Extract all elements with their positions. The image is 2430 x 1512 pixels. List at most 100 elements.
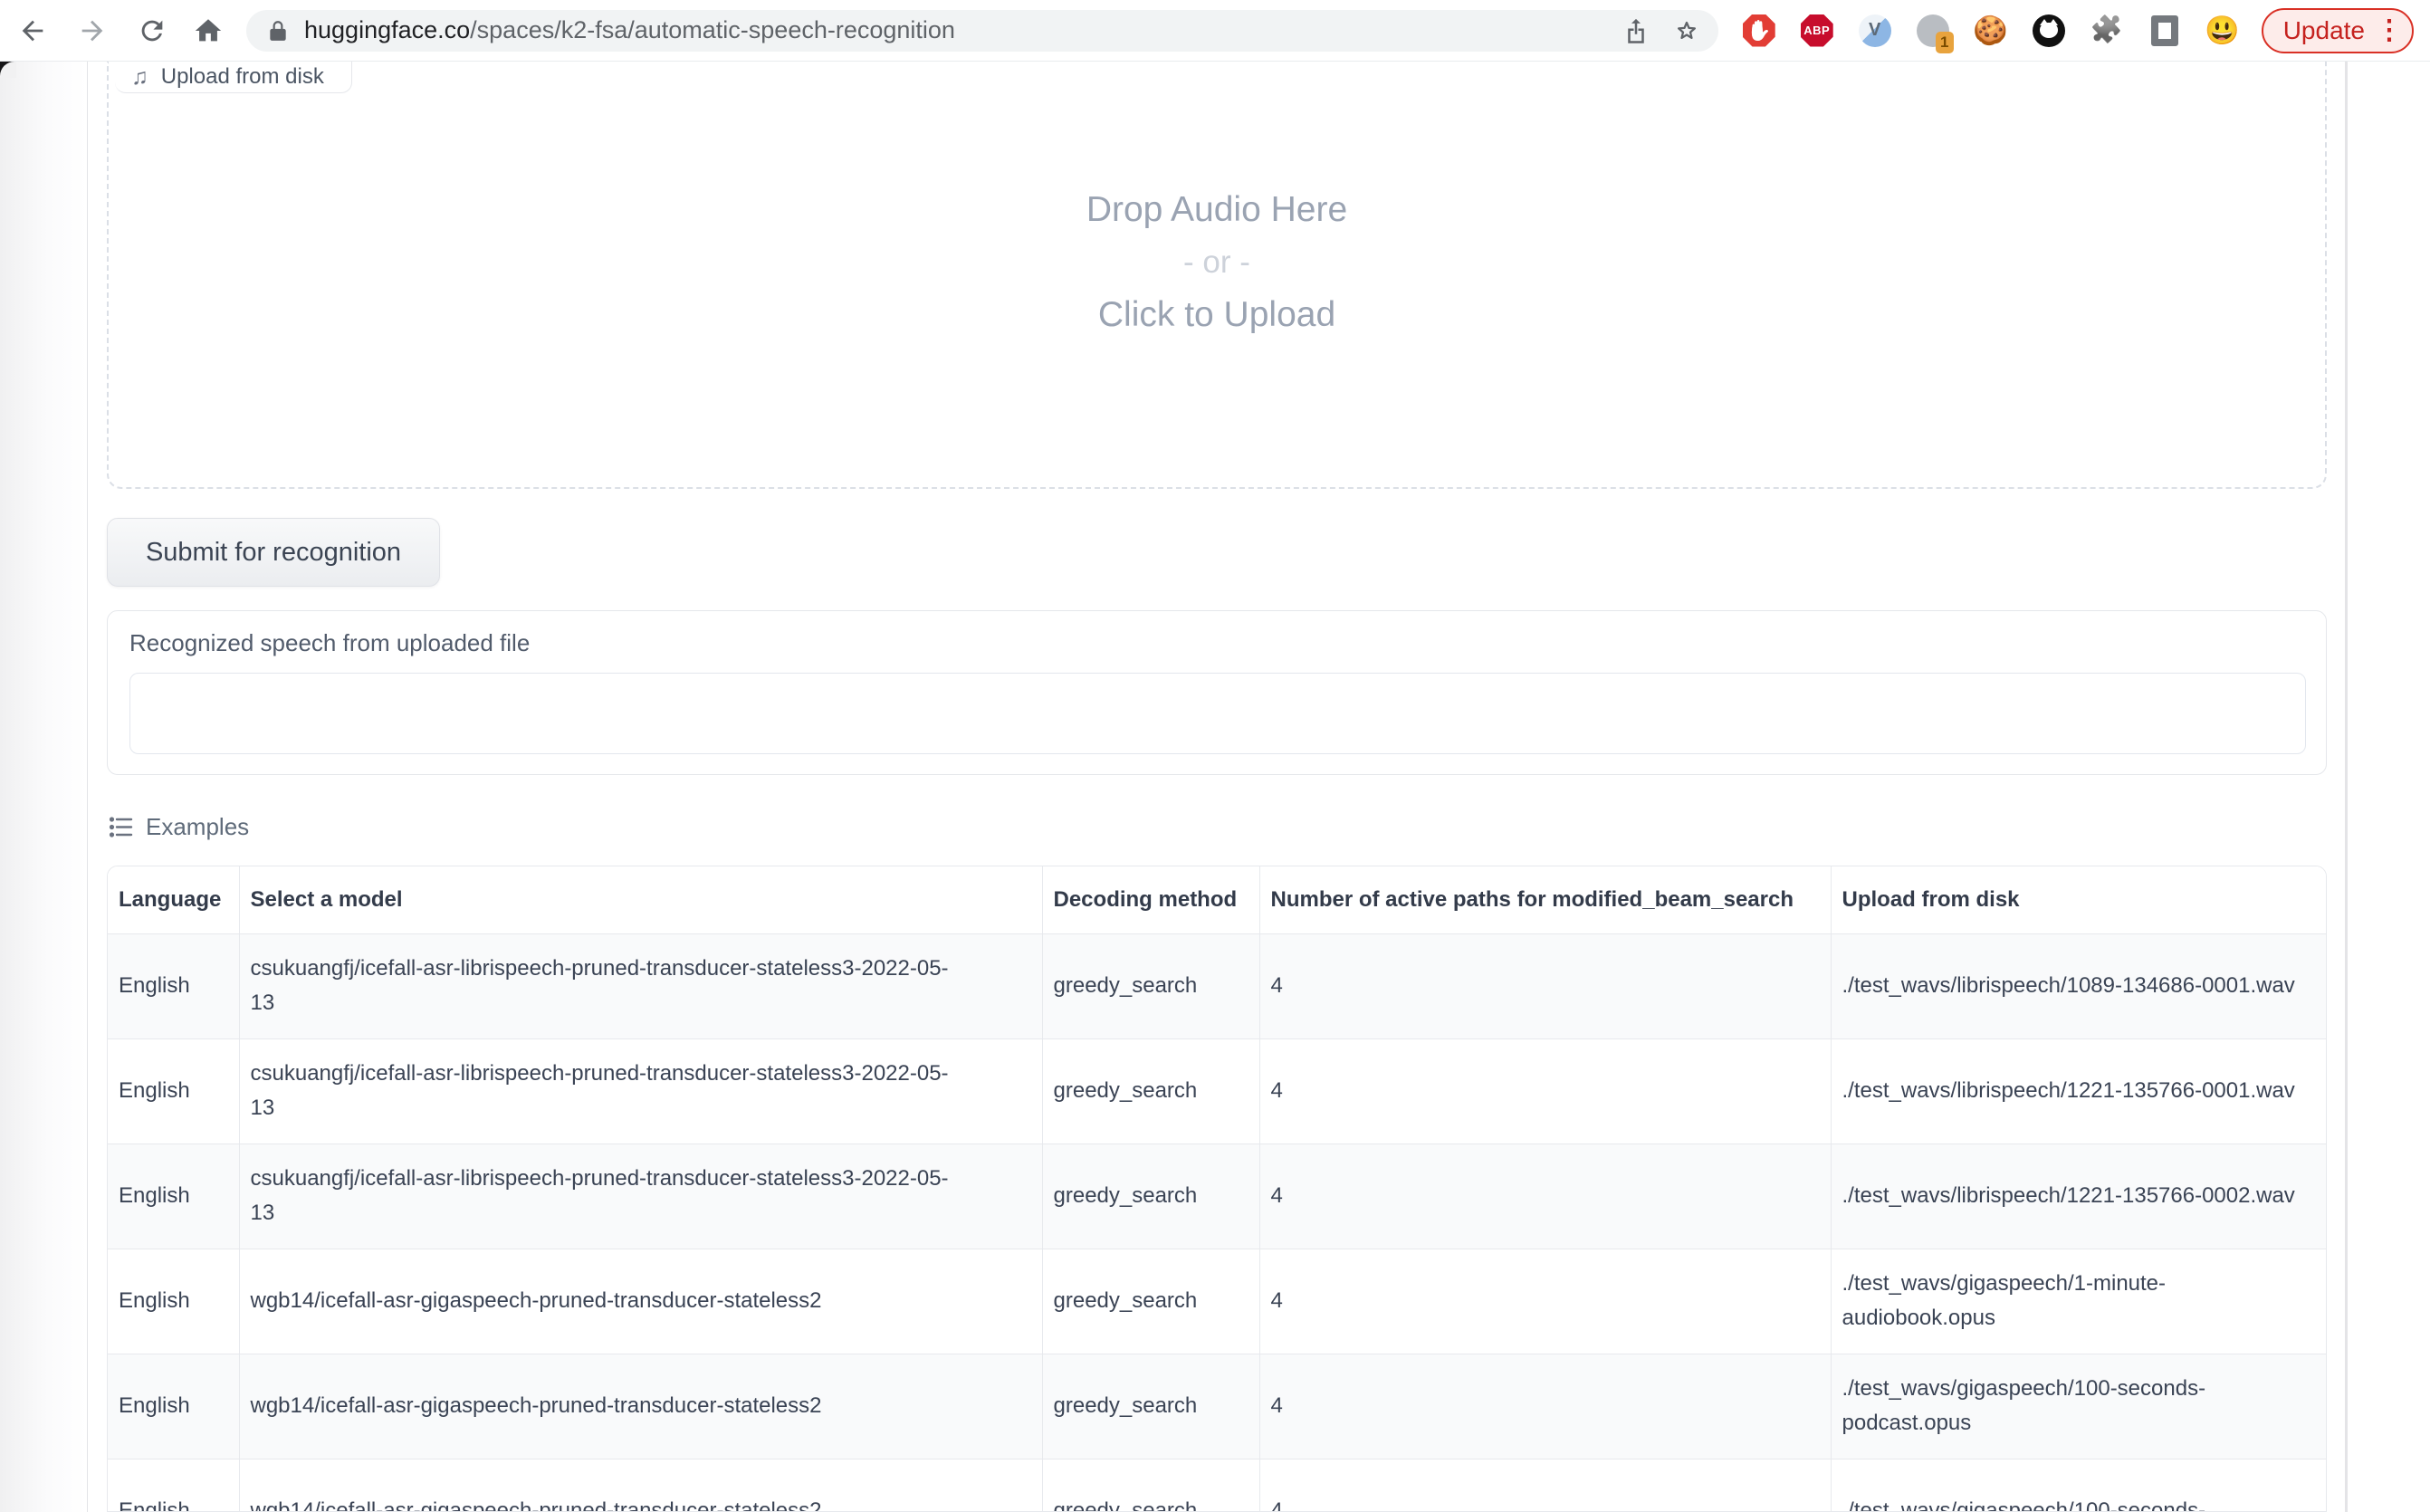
url-path: /spaces/k2-fsa/automatic-speech-recognit… (470, 16, 955, 43)
cell-language: English (108, 1038, 239, 1144)
music-notes-icon: ♫ (131, 66, 148, 89)
cell-decoding: greedy_search (1042, 1249, 1259, 1354)
example-row[interactable]: English wgb14/icefall-asr-gigaspeech-pru… (108, 1354, 2326, 1459)
back-button[interactable] (7, 5, 58, 56)
col-header-language: Language (108, 866, 239, 933)
extension-icons: ✋ ABP V 1 🍪 🧩 (1742, 14, 2240, 48)
cell-language: English (108, 933, 239, 1038)
submit-for-recognition-button[interactable]: Submit for recognition (107, 518, 440, 587)
puzzle-emoji: 🧩 (2090, 17, 2123, 43)
example-row[interactable]: English csukuangfj/icefall-asr-librispee… (108, 1144, 2326, 1249)
dropzone-or: - or - (1183, 244, 1250, 281)
box-glyph (2151, 15, 2178, 46)
adblock-icon[interactable]: ✋ (1742, 14, 1776, 48)
cookie-emoji: 🍪 (1973, 16, 2008, 44)
cell-upload: ./test_wavs/librispeech/1089-134686-0001… (1831, 933, 2326, 1038)
notifier-extension-icon[interactable]: 1 (1916, 14, 1950, 48)
table-header-row: Language Select a model Decoding method … (108, 866, 2326, 933)
bookmark-star-icon[interactable] (1673, 17, 1700, 44)
output-label: Recognized speech from uploaded file (129, 629, 530, 657)
example-row[interactable]: English wgb14/icefall-asr-gigaspeech-pru… (108, 1249, 2326, 1354)
cell-upload: ./test_wavs/librispeech/1221-135766-0002… (1831, 1144, 2326, 1249)
list-icon (109, 815, 133, 839)
browser-window: huggingface.co/spaces/k2-fsa/automatic-s… (0, 0, 2430, 1512)
cell-language: English (108, 1249, 239, 1354)
vimium-letter: V (1859, 14, 1891, 47)
output-group: Recognized speech from uploaded file (107, 610, 2327, 775)
back-arrow-icon (17, 15, 48, 46)
cell-model: wgb14/icefall-asr-gigaspeech-pruned-tran… (239, 1354, 1042, 1459)
col-header-decoding: Decoding method (1042, 866, 1259, 933)
gradio-app: Drop Audio Here - or - Click to Upload ♫… (107, 62, 2327, 1512)
octocat-icon (2033, 14, 2065, 47)
vimium-icon[interactable]: V (1858, 14, 1892, 48)
cell-decoding: greedy_search (1042, 1459, 1259, 1512)
reload-button[interactable] (127, 5, 177, 56)
cell-upload: ./test_wavs/gigaspeech/100-seconds- (1831, 1459, 2326, 1512)
window-corner-notch (0, 62, 16, 78)
notification-badge: 1 (1936, 32, 1954, 53)
cell-paths: 4 (1259, 1249, 1831, 1354)
output-textbox[interactable] (129, 673, 2306, 754)
share-icon[interactable] (1622, 17, 1650, 44)
url-text: huggingface.co/spaces/k2-fsa/automatic-s… (304, 16, 955, 44)
example-row[interactable]: English csukuangfj/icefall-asr-librispee… (108, 933, 2326, 1038)
cell-paths: 4 (1259, 1459, 1831, 1512)
cell-decoding: greedy_search (1042, 1144, 1259, 1249)
cell-decoding: greedy_search (1042, 1038, 1259, 1144)
cell-model: wgb14/icefall-asr-gigaspeech-pruned-tran… (239, 1459, 1042, 1512)
cell-language: English (108, 1354, 239, 1459)
lock-icon (266, 19, 290, 43)
extensions-puzzle-icon[interactable]: 🧩 (2090, 14, 2124, 48)
cell-model: csukuangfj/icefall-asr-librispeech-prune… (239, 933, 1042, 1038)
cell-paths: 4 (1259, 1354, 1831, 1459)
update-label: Update (2283, 16, 2365, 45)
smiley-emoji: 😃 (2205, 16, 2240, 44)
cell-model: csukuangfj/icefall-asr-librispeech-prune… (239, 1144, 1042, 1249)
smiley-extension-icon[interactable]: 😃 (2205, 14, 2240, 48)
reader-box-icon[interactable] (2148, 14, 2182, 48)
url-bar[interactable]: huggingface.co/spaces/k2-fsa/automatic-s… (246, 10, 1718, 52)
forward-button[interactable] (67, 5, 118, 56)
examples-header: Examples (109, 813, 249, 841)
abp-label: ABP (1801, 14, 1833, 47)
tab-upload-from-disk[interactable]: ♫ Upload from disk (115, 62, 352, 93)
audio-dropzone[interactable]: Drop Audio Here - or - Click to Upload (107, 62, 2327, 489)
kebab-menu-icon[interactable]: ⋮ (2376, 17, 2403, 44)
browser-toolbar: huggingface.co/spaces/k2-fsa/automatic-s… (0, 0, 2430, 62)
example-row[interactable]: English csukuangfj/icefall-asr-librispee… (108, 1038, 2326, 1144)
cell-upload: ./test_wavs/gigaspeech/1-minute- audiobo… (1831, 1249, 2326, 1354)
forward-arrow-icon (77, 15, 108, 46)
cell-upload: ./test_wavs/librispeech/1221-135766-0001… (1831, 1038, 2326, 1144)
dropzone-subtitle: Click to Upload (1098, 295, 1335, 335)
examples-label: Examples (146, 813, 249, 841)
col-header-model: Select a model (239, 866, 1042, 933)
cell-decoding: greedy_search (1042, 1354, 1259, 1459)
cell-decoding: greedy_search (1042, 933, 1259, 1038)
dropzone-title: Drop Audio Here (1086, 190, 1347, 230)
adblock-plus-icon[interactable]: ABP (1800, 14, 1834, 48)
cell-model: csukuangfj/icefall-asr-librispeech-prune… (239, 1038, 1042, 1144)
cell-model: wgb14/icefall-asr-gigaspeech-pruned-tran… (239, 1249, 1042, 1354)
cell-paths: 4 (1259, 1144, 1831, 1249)
cell-paths: 4 (1259, 933, 1831, 1038)
col-header-upload: Upload from disk (1831, 866, 2326, 933)
home-button[interactable] (183, 5, 234, 56)
cell-language: English (108, 1144, 239, 1249)
page-scrollbar-track[interactable] (2345, 62, 2348, 1512)
chrome-update-button[interactable]: Update ⋮ (2262, 8, 2414, 53)
left-gutter (0, 62, 88, 1512)
example-row[interactable]: English wgb14/icefall-asr-gigaspeech-pru… (108, 1459, 2326, 1512)
github-extension-icon[interactable] (2032, 14, 2066, 48)
cookie-extension-icon[interactable]: 🍪 (1974, 14, 2008, 48)
home-icon (193, 15, 224, 46)
cell-upload: ./test_wavs/gigaspeech/100-seconds- podc… (1831, 1354, 2326, 1459)
cell-language: English (108, 1459, 239, 1512)
examples-table: Language Select a model Decoding method … (107, 866, 2327, 1512)
hand-glyph: ✋ (1746, 19, 1771, 43)
tab-label: Upload from disk (161, 64, 324, 90)
cell-paths: 4 (1259, 1038, 1831, 1144)
col-header-paths: Number of active paths for modified_beam… (1259, 866, 1831, 933)
url-host: huggingface.co (304, 16, 470, 43)
reload-icon (137, 15, 167, 46)
